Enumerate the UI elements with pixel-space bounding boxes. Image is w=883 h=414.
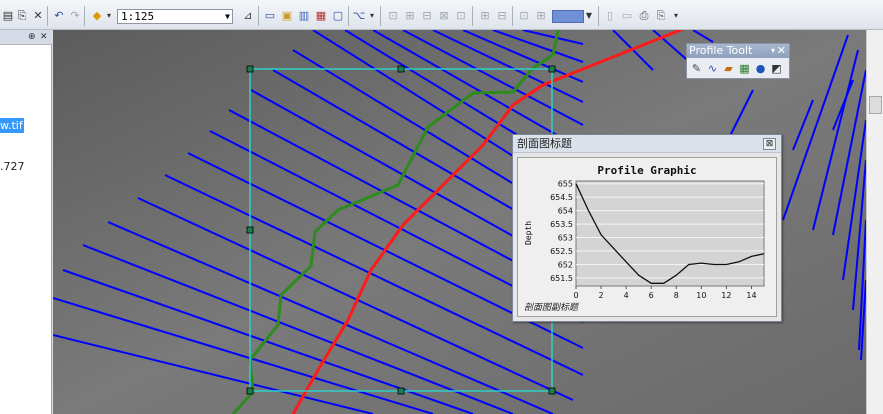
toolbar-overflow-icon[interactable]: ▾ bbox=[368, 8, 376, 24]
page-icon[interactable]: ▯ bbox=[602, 8, 618, 24]
map-scale-dropdown[interactable]: 1:125 ▼ bbox=[117, 9, 233, 24]
print-icon[interactable]: ⎙ bbox=[636, 8, 652, 24]
profile-toolbar-title: Profile Toolt bbox=[689, 44, 753, 57]
x-tick-label: 4 bbox=[624, 291, 629, 300]
y-tick-label: 653.5 bbox=[550, 220, 573, 229]
map-document-icon[interactable]: ▣ bbox=[279, 8, 295, 24]
close-icon[interactable]: ✕ bbox=[40, 30, 48, 44]
graph-icon[interactable]: ◩ bbox=[769, 61, 784, 76]
tool-icon[interactable]: ⊟ bbox=[419, 8, 435, 24]
catalog-icon[interactable]: ▥ bbox=[296, 8, 312, 24]
delete-icon[interactable]: ✕ bbox=[30, 8, 46, 24]
y-tick-label: 655 bbox=[558, 180, 573, 189]
y-tick-label: 654 bbox=[558, 207, 573, 216]
editor-icon[interactable]: ⌥ bbox=[351, 8, 367, 24]
tool-icon[interactable]: ⊞ bbox=[533, 8, 549, 24]
export-icon[interactable]: ⎘ bbox=[653, 8, 669, 24]
selection-handle[interactable] bbox=[397, 65, 405, 73]
chevron-down-icon[interactable]: ▾ bbox=[771, 44, 775, 58]
pin-icon[interactable]: ⊕ bbox=[28, 30, 36, 44]
selected-layer-item[interactable]: w.tif bbox=[0, 118, 24, 133]
selected-layer-label: w.tif bbox=[0, 119, 23, 132]
selection-handle[interactable] bbox=[397, 387, 405, 395]
toolbar-separator bbox=[380, 6, 381, 26]
table-icon[interactable]: ▦ bbox=[737, 61, 752, 76]
chart-subtitle: 剖面图副标题 bbox=[524, 302, 580, 313]
globe-icon[interactable]: ● bbox=[753, 61, 768, 76]
tool-icon[interactable]: ⊡ bbox=[516, 8, 532, 24]
toolbar-separator bbox=[598, 6, 599, 26]
x-tick-label: 6 bbox=[649, 291, 654, 300]
x-tick-label: 14 bbox=[746, 291, 756, 300]
tool-icon[interactable]: ▭ bbox=[619, 8, 635, 24]
y-tick-label: 652.5 bbox=[550, 247, 573, 256]
profile-icon[interactable]: ∿ bbox=[705, 61, 720, 76]
x-tick-label: 12 bbox=[721, 291, 731, 300]
y-axis-label: Depth bbox=[524, 221, 533, 245]
pencil-icon[interactable]: ✎ bbox=[689, 61, 704, 76]
profile-window-title: 剖面图标题 bbox=[517, 137, 572, 150]
profile-chart: Profile Graphic Depth 剖面图副标题 651.5 652 652… bbox=[517, 157, 777, 317]
toolbar-separator bbox=[84, 6, 85, 26]
toolbar-separator bbox=[47, 6, 48, 26]
toolbar-overflow-icon[interactable]: ▾ bbox=[672, 8, 680, 24]
profile-window-titlebar[interactable]: 剖面图标题 ⊠ bbox=[513, 135, 781, 153]
layout-icon[interactable]: ▭ bbox=[262, 8, 278, 24]
tool-icon[interactable]: ⊡ bbox=[453, 8, 469, 24]
scrollbar-thumb[interactable] bbox=[869, 96, 882, 114]
copy-icon[interactable]: ⎘ bbox=[14, 8, 30, 24]
tool-icon[interactable]: ⊟ bbox=[494, 8, 510, 24]
chevron-down-icon: ▼ bbox=[225, 12, 230, 21]
redo-icon[interactable]: ↷ bbox=[67, 8, 83, 24]
tool-icon[interactable]: ⊠ bbox=[436, 8, 452, 24]
toc-header: ⊕ ✕ bbox=[0, 30, 52, 45]
toolbar-separator bbox=[472, 6, 473, 26]
close-icon[interactable]: ✕ bbox=[777, 44, 786, 58]
table-of-contents-panel: ⊕ ✕ w.tif .727 bbox=[0, 30, 52, 414]
chart-title: Profile Graphic bbox=[597, 164, 696, 177]
color-picker-icon[interactable] bbox=[552, 10, 584, 23]
tool-icon[interactable]: ⊡ bbox=[385, 8, 401, 24]
selection-handle[interactable] bbox=[246, 226, 254, 234]
undo-icon[interactable]: ↶ bbox=[51, 8, 67, 24]
x-tick-label: 0 bbox=[573, 291, 578, 300]
tool-icon[interactable]: ⊞ bbox=[477, 8, 493, 24]
profile-toolbar: Profile Toolt ▾ ✕ ✎ ∿ ▰ ▦ ● ◩ bbox=[686, 43, 790, 79]
selection-handle[interactable] bbox=[548, 387, 556, 395]
x-tick-label: 2 bbox=[599, 291, 604, 300]
x-tick-label: 10 bbox=[696, 291, 706, 300]
chevron-down-icon[interactable]: ▼ bbox=[584, 8, 594, 24]
y-tick-label: 651.5 bbox=[550, 274, 573, 283]
selection-handle[interactable] bbox=[246, 65, 254, 73]
profile-chart-svg: Profile Graphic Depth 剖面图副标题 651.5 652 652… bbox=[524, 164, 765, 313]
standard-toolbar: ▤ ⎘ ✕ ↶ ↷ ◆ ▾ 1:125 ▼ ⊿ ▭ ▣ ▥ ▦ ▢ ⌥ ▾ ⊡ … bbox=[0, 0, 883, 30]
toolbar-separator bbox=[512, 6, 513, 26]
toolbar-separator bbox=[258, 6, 259, 26]
profile-graph-window: 剖面图标题 ⊠ Profile Graphic Depth 剖面图副标题 651… bbox=[512, 134, 782, 322]
add-data-dropdown-icon[interactable]: ▾ bbox=[104, 8, 114, 24]
map-scale-value: 1:125 bbox=[121, 10, 155, 23]
toolbar-separator bbox=[348, 6, 349, 26]
y-tick-label: 654.5 bbox=[550, 193, 573, 202]
toc-value-label: .727 bbox=[0, 160, 25, 173]
measure-icon[interactable]: ⊿ bbox=[240, 8, 256, 24]
layers-icon[interactable]: ▰ bbox=[721, 61, 736, 76]
vertical-scrollbar[interactable] bbox=[866, 30, 883, 414]
close-icon[interactable]: ⊠ bbox=[763, 138, 776, 150]
window-icon[interactable]: ▢ bbox=[330, 8, 346, 24]
tool-icon[interactable]: ⊞ bbox=[402, 8, 418, 24]
x-tick-label: 8 bbox=[674, 291, 679, 300]
profile-toolbar-titlebar[interactable]: Profile Toolt ▾ ✕ bbox=[687, 44, 789, 58]
y-tick-label: 653 bbox=[558, 234, 573, 243]
selection-handle[interactable] bbox=[548, 65, 556, 73]
toolbox-icon[interactable]: ▦ bbox=[313, 8, 329, 24]
y-tick-label: 652 bbox=[558, 260, 573, 269]
selection-handle[interactable] bbox=[246, 387, 254, 395]
add-data-icon[interactable]: ◆ bbox=[89, 8, 105, 24]
